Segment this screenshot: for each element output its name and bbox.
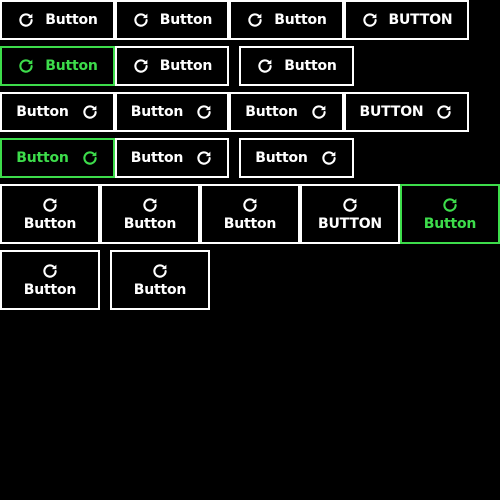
icon-left-button-6[interactable]: Button bbox=[239, 46, 354, 86]
icon-right-button-5[interactable]: Button bbox=[115, 138, 229, 178]
button-label: Button bbox=[23, 282, 77, 298]
refresh-icon bbox=[435, 103, 453, 121]
refresh-icon bbox=[195, 149, 213, 167]
icon-right-button-2[interactable]: Button bbox=[115, 92, 229, 132]
icon-right-button-6[interactable]: Button bbox=[239, 138, 354, 178]
refresh-icon bbox=[41, 196, 59, 214]
button-label: Button bbox=[130, 150, 184, 166]
icon-left-button-active[interactable]: Button bbox=[0, 46, 115, 86]
button-label: BUTTON bbox=[388, 12, 453, 28]
refresh-icon bbox=[81, 149, 99, 167]
icon-right-button-active[interactable]: Button bbox=[0, 138, 115, 178]
button-label: Button bbox=[159, 12, 213, 28]
button-label: Button bbox=[133, 282, 187, 298]
icon-top-button-active[interactable]: Button bbox=[400, 184, 500, 244]
icon-left-button-4[interactable]: BUTTON bbox=[344, 0, 469, 40]
icon-top-button-1[interactable]: Button bbox=[0, 184, 100, 244]
button-label: Button bbox=[45, 12, 98, 28]
button-label: Button bbox=[245, 104, 298, 120]
button-label: Button bbox=[223, 216, 277, 232]
button-label: Button bbox=[23, 216, 77, 232]
button-label: Button bbox=[16, 104, 69, 120]
icon-top-button-5[interactable]: Button bbox=[0, 250, 100, 310]
refresh-icon bbox=[246, 11, 264, 29]
button-label: Button bbox=[159, 58, 213, 74]
button-label: Button bbox=[423, 216, 477, 232]
refresh-icon bbox=[81, 103, 99, 121]
icon-left-button-3[interactable]: Button bbox=[229, 0, 344, 40]
button-label: BUTTON bbox=[359, 104, 424, 120]
button-label: Button bbox=[123, 216, 177, 232]
refresh-icon bbox=[441, 196, 459, 214]
icon-right-button-1[interactable]: Button bbox=[0, 92, 115, 132]
icon-top-button-3[interactable]: Button bbox=[200, 184, 300, 244]
button-label: BUTTON bbox=[318, 216, 382, 232]
icon-top-button-4[interactable]: BUTTON bbox=[300, 184, 400, 244]
refresh-icon bbox=[132, 11, 150, 29]
icon-left-button-2[interactable]: Button bbox=[115, 0, 229, 40]
refresh-icon bbox=[256, 57, 274, 75]
button-label: Button bbox=[284, 58, 337, 74]
refresh-icon bbox=[195, 103, 213, 121]
refresh-icon bbox=[132, 57, 150, 75]
icon-top-button-2[interactable]: Button bbox=[100, 184, 200, 244]
button-label: Button bbox=[130, 104, 184, 120]
refresh-icon bbox=[361, 11, 379, 29]
refresh-icon bbox=[151, 262, 169, 280]
icon-left-button-1[interactable]: Button bbox=[0, 0, 115, 40]
icon-top-button-6[interactable]: Button bbox=[110, 250, 210, 310]
icon-right-button-4[interactable]: BUTTON bbox=[344, 92, 469, 132]
refresh-icon bbox=[341, 196, 359, 214]
button-label: Button bbox=[255, 150, 308, 166]
refresh-icon bbox=[310, 103, 328, 121]
button-label: Button bbox=[45, 58, 98, 74]
refresh-icon bbox=[141, 196, 159, 214]
icon-left-button-5[interactable]: Button bbox=[115, 46, 229, 86]
button-label: Button bbox=[16, 150, 69, 166]
refresh-icon bbox=[41, 262, 59, 280]
refresh-icon bbox=[320, 149, 338, 167]
refresh-icon bbox=[17, 57, 35, 75]
button-label: Button bbox=[274, 12, 327, 28]
refresh-icon bbox=[241, 196, 259, 214]
refresh-icon bbox=[17, 11, 35, 29]
icon-right-button-3[interactable]: Button bbox=[229, 92, 344, 132]
